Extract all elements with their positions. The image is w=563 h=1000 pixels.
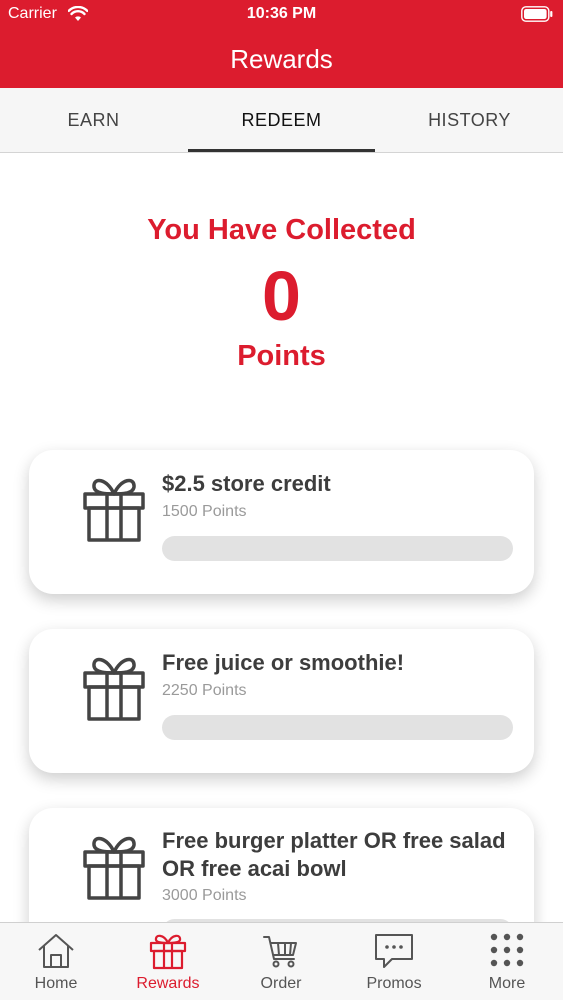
app-header: Carrier 10:36 PM Rewards — [0, 0, 563, 88]
reward-card[interactable]: $2.5 store credit 1500 Points — [29, 450, 534, 594]
cart-icon — [263, 936, 297, 968]
points-value: 0 — [262, 257, 301, 335]
reward-card[interactable]: Free juice or smoothie! 2250 Points — [29, 629, 534, 773]
reward-points: 1500 Points — [162, 503, 247, 520]
tab-history[interactable]: HISTORY — [376, 88, 563, 152]
nav-more[interactable]: More — [451, 923, 563, 1000]
reward-points: 3000 Points — [162, 887, 247, 904]
reward-progress-bar — [162, 715, 513, 740]
nav-home[interactable]: Home — [0, 923, 112, 1000]
status-time: 10:36 PM — [246, 5, 317, 22]
points-unit: Points — [237, 340, 326, 372]
status-bar: Carrier 10:36 PM — [0, 0, 563, 30]
nav-promos[interactable]: Promos — [338, 923, 450, 1000]
gift-icon — [83, 836, 145, 900]
reward-progress-bar — [162, 536, 513, 561]
reward-points: 2250 Points — [162, 682, 247, 699]
nav-order[interactable]: Order — [225, 923, 337, 1000]
gift-icon — [83, 657, 145, 721]
nav-label: Rewards — [136, 975, 200, 992]
gift-icon — [83, 478, 145, 542]
bottom-tab-bar: Home Rewards Order Promos More — [0, 922, 563, 1000]
tab-earn[interactable]: EARN — [0, 88, 187, 152]
gift-icon — [149, 934, 187, 970]
points-heading: You Have Collected — [147, 214, 416, 246]
nav-label: More — [488, 975, 526, 992]
home-icon — [38, 934, 74, 968]
nav-label: Order — [260, 975, 302, 992]
segment-tabs: EARN REDEEM HISTORY — [0, 88, 563, 153]
reward-title: Free burger platter OR free salad OR fre… — [162, 828, 506, 881]
nav-label: Promos — [366, 975, 422, 992]
active-tab-indicator — [188, 149, 375, 152]
battery-icon — [521, 6, 553, 22]
page-title: Rewards — [230, 44, 333, 74]
chat-icon — [375, 934, 413, 968]
reward-title: $2.5 store credit — [162, 471, 331, 496]
tab-redeem[interactable]: REDEEM — [188, 88, 375, 152]
grid-dots-icon — [490, 933, 524, 967]
nav-rewards[interactable]: Rewards — [112, 923, 224, 1000]
reward-title: Free juice or smoothie! — [162, 650, 405, 675]
nav-label: Home — [34, 975, 78, 992]
